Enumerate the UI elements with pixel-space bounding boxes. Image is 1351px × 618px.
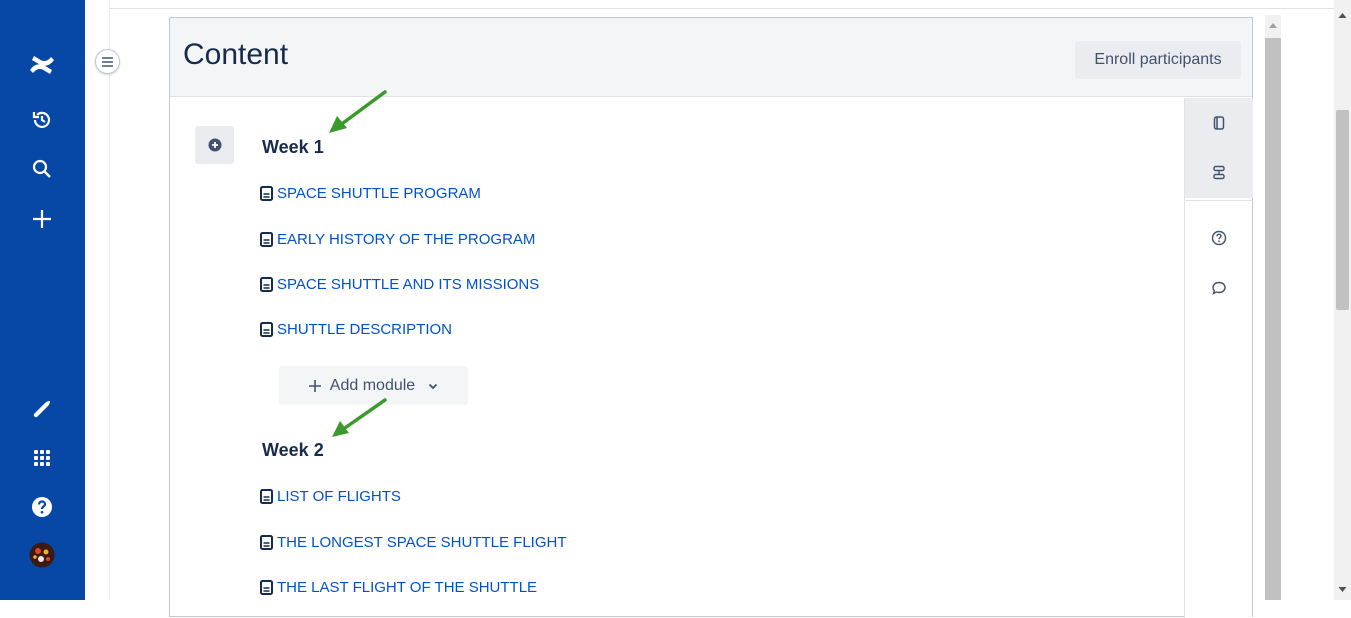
pages-icon — [1213, 116, 1225, 130]
page-link[interactable]: THE LAST FLIGHT OF THE SHUTTLE — [260, 579, 537, 596]
outline-icon — [1213, 165, 1225, 180]
create-icon[interactable] — [27, 204, 57, 234]
week-title[interactable]: Week 2 — [262, 440, 324, 461]
add-circle-icon — [208, 138, 221, 152]
page-icon — [260, 580, 273, 595]
pages-button[interactable] — [1185, 98, 1253, 148]
add-module-label: Add module — [329, 376, 416, 394]
help-icon — [1211, 230, 1227, 246]
header-divider — [110, 8, 1335, 9]
plus-icon — [308, 379, 321, 392]
app-switcher-icon[interactable] — [27, 443, 57, 473]
content-panel: Content Enroll participants Week 1 SPACE… — [169, 17, 1253, 618]
avatar[interactable] — [27, 540, 57, 570]
page-link-label: SPACE SHUTTLE PROGRAM — [277, 185, 481, 202]
page-link[interactable]: SHUTTLE DESCRIPTION — [260, 321, 452, 338]
panel-header: Content Enroll participants — [170, 18, 1252, 97]
page-link[interactable]: EARLY HISTORY OF THE PROGRAM — [260, 231, 535, 248]
search-icon[interactable] — [27, 154, 57, 184]
page-link[interactable]: SPACE SHUTTLE PROGRAM — [260, 185, 481, 202]
page-icon — [260, 322, 273, 337]
page-link-label: EARLY HISTORY OF THE PROGRAM — [277, 231, 536, 248]
page-link-label: THE LAST FLIGHT OF THE SHUTTLE — [277, 579, 538, 596]
page-icon — [260, 186, 273, 201]
add-module-button[interactable]: Add module — [279, 366, 468, 405]
page-title: Content — [183, 38, 289, 71]
rail-divider — [1185, 200, 1253, 201]
outline-button[interactable] — [1185, 148, 1253, 198]
content-scrollbar-thumb[interactable] — [1265, 38, 1281, 600]
scroll-down-icon[interactable] — [1338, 586, 1347, 593]
page-icon — [260, 535, 273, 550]
global-navigation — [0, 0, 85, 600]
confluence-logo-icon[interactable] — [27, 50, 57, 80]
scroll-up-icon[interactable] — [1268, 21, 1278, 29]
comment-icon — [1212, 281, 1226, 295]
window-scrollbar-thumb[interactable] — [1336, 110, 1349, 310]
right-rail — [1184, 98, 1253, 618]
help-button[interactable] — [1185, 213, 1253, 263]
week-title[interactable]: Week 1 — [262, 137, 324, 158]
sidebar-gutter — [85, 0, 110, 600]
page-icon — [260, 232, 273, 247]
sidebar-toggle-button[interactable] — [95, 49, 120, 74]
comment-button[interactable] — [1185, 263, 1253, 313]
help-icon[interactable] — [27, 492, 57, 522]
page-link-label: SHUTTLE DESCRIPTION — [277, 321, 453, 338]
page-link-label: SPACE SHUTTLE AND ITS MISSIONS — [277, 276, 540, 293]
recent-icon[interactable] — [27, 105, 57, 135]
chevron-down-icon — [429, 383, 438, 389]
page-link-label: THE LONGEST SPACE SHUTTLE FLIGHT — [277, 534, 567, 551]
page-link[interactable]: SPACE SHUTTLE AND ITS MISSIONS — [260, 276, 539, 293]
page-link[interactable]: THE LONGEST SPACE SHUTTLE FLIGHT — [260, 534, 567, 551]
page-icon — [260, 277, 273, 292]
menu-icon — [102, 56, 113, 67]
page-link[interactable]: LIST OF FLIGHTS — [260, 488, 401, 505]
scroll-up-icon[interactable] — [1338, 12, 1347, 19]
add-week-button[interactable] — [195, 126, 234, 164]
page-icon — [260, 489, 273, 504]
enroll-participants-button[interactable]: Enroll participants — [1075, 41, 1241, 79]
notifications-icon[interactable] — [27, 393, 57, 423]
page-link-label: LIST OF FLIGHTS — [277, 488, 401, 505]
